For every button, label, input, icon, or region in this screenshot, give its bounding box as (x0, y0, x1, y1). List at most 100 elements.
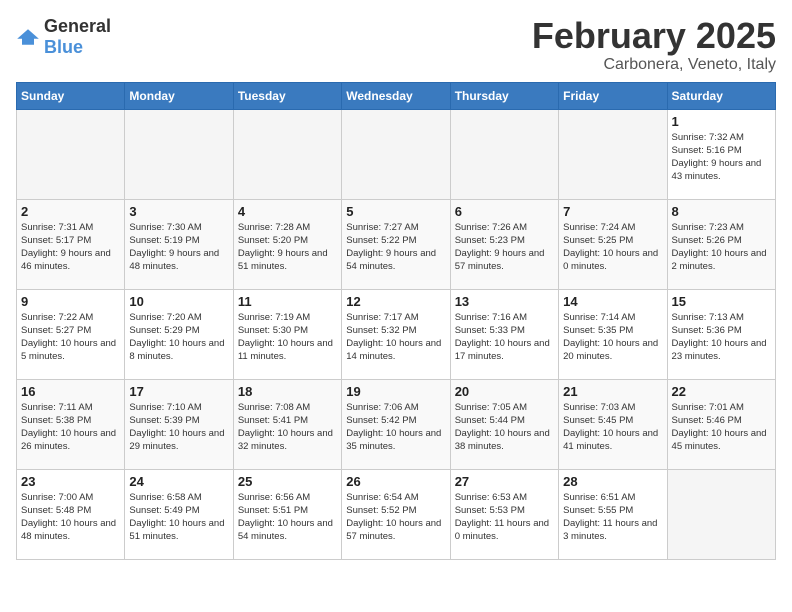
weekday-header-row: SundayMondayTuesdayWednesdayThursdayFrid… (17, 82, 776, 109)
day-info: Sunrise: 6:54 AM Sunset: 5:52 PM Dayligh… (346, 491, 445, 544)
weekday-header-tuesday: Tuesday (233, 82, 341, 109)
day-number: 3 (129, 204, 228, 219)
calendar-cell: 5 Sunrise: 7:27 AM Sunset: 5:22 PM Daylig… (342, 199, 450, 289)
calendar-cell: 16 Sunrise: 7:11 AM Sunset: 5:38 PM Dayli… (17, 379, 125, 469)
calendar-cell: 6Sunrise: 7:26 AM Sunset: 5:23 PM Daylig… (450, 199, 558, 289)
logo-text: General Blue (44, 16, 111, 58)
calendar-cell: 4 Sunrise: 7:28 AM Sunset: 5:20 PM Daylig… (233, 199, 341, 289)
day-info: Sunrise: 7:19 AM Sunset: 5:30 PM Dayligh… (238, 311, 337, 364)
week-row-3: 9Sunrise: 7:22 AM Sunset: 5:27 PM Daylig… (17, 289, 776, 379)
day-info: Sunrise: 7:26 AM Sunset: 5:23 PM Dayligh… (455, 221, 554, 274)
calendar-cell: 26 Sunrise: 6:54 AM Sunset: 5:52 PM Dayli… (342, 469, 450, 559)
logo-blue: Blue (44, 37, 83, 57)
day-info: Sunrise: 7:14 AM Sunset: 5:35 PM Dayligh… (563, 311, 662, 364)
header: General Blue February 2025 Carbonera, Ve… (16, 16, 776, 74)
day-info: Sunrise: 7:24 AM Sunset: 5:25 PM Dayligh… (563, 221, 662, 274)
day-number: 28 (563, 474, 662, 489)
calendar-cell: 21Sunrise: 7:03 AM Sunset: 5:45 PM Dayli… (559, 379, 667, 469)
day-info: Sunrise: 7:23 AM Sunset: 5:26 PM Dayligh… (672, 221, 771, 274)
calendar-cell: 11Sunrise: 7:19 AM Sunset: 5:30 PM Dayli… (233, 289, 341, 379)
day-number: 4 (238, 204, 337, 219)
calendar-cell: 19Sunrise: 7:06 AM Sunset: 5:42 PM Dayli… (342, 379, 450, 469)
location: Carbonera, Veneto, Italy (532, 56, 776, 74)
day-number: 14 (563, 294, 662, 309)
day-number: 21 (563, 384, 662, 399)
month-year: February 2025 (532, 16, 776, 56)
calendar-cell: 9Sunrise: 7:22 AM Sunset: 5:27 PM Daylig… (17, 289, 125, 379)
day-number: 25 (238, 474, 337, 489)
calendar-cell (17, 109, 125, 199)
day-number: 1 (672, 114, 771, 129)
day-number: 5 (346, 204, 445, 219)
logo-icon (16, 25, 40, 49)
day-number: 19 (346, 384, 445, 399)
day-info: Sunrise: 7:00 AM Sunset: 5:48 PM Dayligh… (21, 491, 120, 544)
day-number: 8 (672, 204, 771, 219)
calendar-cell: 15 Sunrise: 7:13 AM Sunset: 5:36 PM Dayli… (667, 289, 775, 379)
weekday-header-wednesday: Wednesday (342, 82, 450, 109)
day-info: Sunrise: 7:08 AM Sunset: 5:41 PM Dayligh… (238, 401, 337, 454)
day-number: 17 (129, 384, 228, 399)
weekday-header-monday: Monday (125, 82, 233, 109)
day-number: 16 (21, 384, 120, 399)
logo-general: General (44, 16, 111, 36)
calendar-cell: 25Sunrise: 6:56 AM Sunset: 5:51 PM Dayli… (233, 469, 341, 559)
day-number: 18 (238, 384, 337, 399)
weekday-header-thursday: Thursday (450, 82, 558, 109)
calendar-cell: 1 Sunrise: 7:32 AM Sunset: 5:16 PM Daylig… (667, 109, 775, 199)
day-number: 12 (346, 294, 445, 309)
weekday-header-friday: Friday (559, 82, 667, 109)
day-info: Sunrise: 7:11 AM Sunset: 5:38 PM Dayligh… (21, 401, 120, 454)
calendar-cell: 28 Sunrise: 6:51 AM Sunset: 5:55 PM Dayli… (559, 469, 667, 559)
day-number: 24 (129, 474, 228, 489)
day-info: Sunrise: 7:22 AM Sunset: 5:27 PM Dayligh… (21, 311, 120, 364)
calendar-cell: 27 Sunrise: 6:53 AM Sunset: 5:53 PM Dayli… (450, 469, 558, 559)
calendar-cell: 20 Sunrise: 7:05 AM Sunset: 5:44 PM Dayli… (450, 379, 558, 469)
week-row-4: 16 Sunrise: 7:11 AM Sunset: 5:38 PM Dayli… (17, 379, 776, 469)
calendar-cell: 7 Sunrise: 7:24 AM Sunset: 5:25 PM Daylig… (559, 199, 667, 289)
calendar-cell (233, 109, 341, 199)
calendar-cell (450, 109, 558, 199)
day-info: Sunrise: 7:13 AM Sunset: 5:36 PM Dayligh… (672, 311, 771, 364)
day-number: 2 (21, 204, 120, 219)
day-info: Sunrise: 7:30 AM Sunset: 5:19 PM Dayligh… (129, 221, 228, 274)
calendar-cell (667, 469, 775, 559)
day-info: Sunrise: 6:51 AM Sunset: 5:55 PM Dayligh… (563, 491, 662, 544)
calendar-cell: 13Sunrise: 7:16 AM Sunset: 5:33 PM Dayli… (450, 289, 558, 379)
calendar-cell: 22Sunrise: 7:01 AM Sunset: 5:46 PM Dayli… (667, 379, 775, 469)
day-number: 22 (672, 384, 771, 399)
calendar-cell: 3 Sunrise: 7:30 AM Sunset: 5:19 PM Daylig… (125, 199, 233, 289)
title-area: February 2025 Carbonera, Veneto, Italy (532, 16, 776, 74)
calendar-cell: 24 Sunrise: 6:58 AM Sunset: 5:49 PM Dayli… (125, 469, 233, 559)
weekday-header-saturday: Saturday (667, 82, 775, 109)
calendar-cell: 10 Sunrise: 7:20 AM Sunset: 5:29 PM Dayli… (125, 289, 233, 379)
day-info: Sunrise: 7:10 AM Sunset: 5:39 PM Dayligh… (129, 401, 228, 454)
day-info: Sunrise: 7:28 AM Sunset: 5:20 PM Dayligh… (238, 221, 337, 274)
day-info: Sunrise: 7:05 AM Sunset: 5:44 PM Dayligh… (455, 401, 554, 454)
day-number: 10 (129, 294, 228, 309)
logo: General Blue (16, 16, 111, 58)
weekday-header-sunday: Sunday (17, 82, 125, 109)
calendar-cell: 18 Sunrise: 7:08 AM Sunset: 5:41 PM Dayli… (233, 379, 341, 469)
day-info: Sunrise: 7:20 AM Sunset: 5:29 PM Dayligh… (129, 311, 228, 364)
day-info: Sunrise: 7:27 AM Sunset: 5:22 PM Dayligh… (346, 221, 445, 274)
calendar-table: SundayMondayTuesdayWednesdayThursdayFrid… (16, 82, 776, 560)
day-number: 26 (346, 474, 445, 489)
calendar-cell: 17 Sunrise: 7:10 AM Sunset: 5:39 PM Dayli… (125, 379, 233, 469)
day-number: 20 (455, 384, 554, 399)
day-info: Sunrise: 6:53 AM Sunset: 5:53 PM Dayligh… (455, 491, 554, 544)
calendar-cell (559, 109, 667, 199)
calendar-cell: 14 Sunrise: 7:14 AM Sunset: 5:35 PM Dayli… (559, 289, 667, 379)
day-number: 23 (21, 474, 120, 489)
week-row-1: 1 Sunrise: 7:32 AM Sunset: 5:16 PM Daylig… (17, 109, 776, 199)
day-info: Sunrise: 7:32 AM Sunset: 5:16 PM Dayligh… (672, 131, 771, 184)
day-info: Sunrise: 6:58 AM Sunset: 5:49 PM Dayligh… (129, 491, 228, 544)
calendar-cell: 12 Sunrise: 7:17 AM Sunset: 5:32 PM Dayli… (342, 289, 450, 379)
calendar-cell (125, 109, 233, 199)
calendar-cell: 2Sunrise: 7:31 AM Sunset: 5:17 PM Daylig… (17, 199, 125, 289)
day-info: Sunrise: 7:17 AM Sunset: 5:32 PM Dayligh… (346, 311, 445, 364)
day-number: 15 (672, 294, 771, 309)
day-number: 7 (563, 204, 662, 219)
week-row-5: 23 Sunrise: 7:00 AM Sunset: 5:48 PM Dayli… (17, 469, 776, 559)
day-number: 27 (455, 474, 554, 489)
